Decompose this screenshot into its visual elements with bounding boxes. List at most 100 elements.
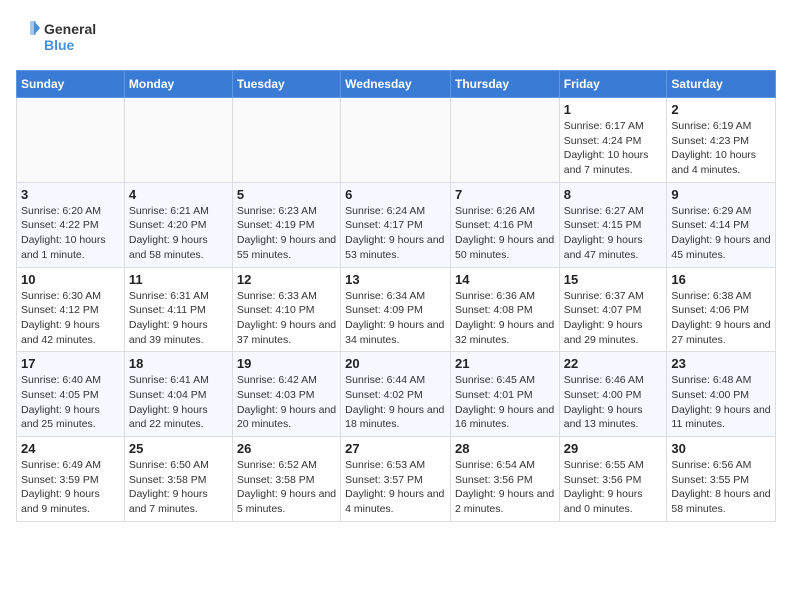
- day-info: Sunrise: 6:50 AM Sunset: 3:58 PM Dayligh…: [129, 458, 228, 517]
- header-day-saturday: Saturday: [667, 71, 776, 98]
- calendar-cell: 11 Sunrise: 6:31 AM Sunset: 4:11 PM Dayli…: [124, 267, 232, 352]
- day-number: 17: [21, 356, 120, 371]
- header-row: SundayMondayTuesdayWednesdayThursdayFrid…: [17, 71, 776, 98]
- calendar-cell: 9 Sunrise: 6:29 AM Sunset: 4:14 PM Daylig…: [667, 182, 776, 267]
- day-info: Sunrise: 6:26 AM Sunset: 4:16 PM Dayligh…: [455, 204, 555, 263]
- day-number: 7: [455, 187, 555, 202]
- day-number: 24: [21, 441, 120, 456]
- day-number: 23: [671, 356, 771, 371]
- day-info: Sunrise: 6:31 AM Sunset: 4:11 PM Dayligh…: [129, 289, 228, 348]
- day-info: Sunrise: 6:36 AM Sunset: 4:08 PM Dayligh…: [455, 289, 555, 348]
- calendar-cell: 14 Sunrise: 6:36 AM Sunset: 4:08 PM Dayli…: [450, 267, 559, 352]
- calendar-cell: 18 Sunrise: 6:41 AM Sunset: 4:04 PM Dayli…: [124, 352, 232, 437]
- day-number: 28: [455, 441, 555, 456]
- day-number: 25: [129, 441, 228, 456]
- day-info: Sunrise: 6:44 AM Sunset: 4:02 PM Dayligh…: [345, 373, 446, 432]
- day-info: Sunrise: 6:20 AM Sunset: 4:22 PM Dayligh…: [21, 204, 120, 263]
- page-header: General Blue: [16, 16, 776, 58]
- day-number: 10: [21, 272, 120, 287]
- calendar-cell: 21Sunrise: 6:45 AM Sunset: 4:01 PM Dayli…: [450, 352, 559, 437]
- logo: General Blue: [16, 16, 106, 58]
- calendar-cell: 27 Sunrise: 6:53 AM Sunset: 3:57 PM Dayli…: [341, 437, 451, 522]
- calendar-cell: 17 Sunrise: 6:40 AM Sunset: 4:05 PM Dayli…: [17, 352, 125, 437]
- day-info: Sunrise: 6:40 AM Sunset: 4:05 PM Dayligh…: [21, 373, 120, 432]
- day-info: Sunrise: 6:29 AM Sunset: 4:14 PM Dayligh…: [671, 204, 771, 263]
- week-row-5: 24 Sunrise: 6:49 AM Sunset: 3:59 PM Dayli…: [17, 437, 776, 522]
- day-info: Sunrise: 6:56 AM Sunset: 3:55 PM Dayligh…: [671, 458, 771, 517]
- day-number: 13: [345, 272, 446, 287]
- calendar-header: SundayMondayTuesdayWednesdayThursdayFrid…: [17, 71, 776, 98]
- calendar-cell: 13 Sunrise: 6:34 AM Sunset: 4:09 PM Dayli…: [341, 267, 451, 352]
- day-number: 1: [564, 102, 663, 117]
- calendar-cell: 8 Sunrise: 6:27 AM Sunset: 4:15 PM Daylig…: [559, 182, 667, 267]
- calendar-cell: 28 Sunrise: 6:54 AM Sunset: 3:56 PM Dayli…: [450, 437, 559, 522]
- header-day-tuesday: Tuesday: [232, 71, 340, 98]
- day-info: Sunrise: 6:17 AM Sunset: 4:24 PM Dayligh…: [564, 119, 663, 178]
- calendar-cell: 12Sunrise: 6:33 AM Sunset: 4:10 PM Dayli…: [232, 267, 340, 352]
- day-number: 20: [345, 356, 446, 371]
- calendar-cell: [17, 98, 125, 183]
- calendar-cell: 20 Sunrise: 6:44 AM Sunset: 4:02 PM Dayli…: [341, 352, 451, 437]
- calendar-cell: 1 Sunrise: 6:17 AM Sunset: 4:24 PM Daylig…: [559, 98, 667, 183]
- day-info: Sunrise: 6:52 AM Sunset: 3:58 PM Dayligh…: [237, 458, 336, 517]
- svg-text:General: General: [44, 21, 96, 37]
- calendar-cell: 29Sunrise: 6:55 AM Sunset: 3:56 PM Dayli…: [559, 437, 667, 522]
- calendar-cell: 5Sunrise: 6:23 AM Sunset: 4:19 PM Daylig…: [232, 182, 340, 267]
- day-number: 4: [129, 187, 228, 202]
- day-info: Sunrise: 6:24 AM Sunset: 4:17 PM Dayligh…: [345, 204, 446, 263]
- calendar-cell: 23 Sunrise: 6:48 AM Sunset: 4:00 PM Dayli…: [667, 352, 776, 437]
- day-number: 14: [455, 272, 555, 287]
- day-number: 6: [345, 187, 446, 202]
- calendar-cell: 19Sunrise: 6:42 AM Sunset: 4:03 PM Dayli…: [232, 352, 340, 437]
- day-info: Sunrise: 6:30 AM Sunset: 4:12 PM Dayligh…: [21, 289, 120, 348]
- day-info: Sunrise: 6:53 AM Sunset: 3:57 PM Dayligh…: [345, 458, 446, 517]
- week-row-2: 3 Sunrise: 6:20 AM Sunset: 4:22 PM Daylig…: [17, 182, 776, 267]
- header-day-friday: Friday: [559, 71, 667, 98]
- calendar-cell: 4 Sunrise: 6:21 AM Sunset: 4:20 PM Daylig…: [124, 182, 232, 267]
- calendar-cell: 30 Sunrise: 6:56 AM Sunset: 3:55 PM Dayli…: [667, 437, 776, 522]
- svg-text:Blue: Blue: [44, 37, 75, 53]
- header-day-monday: Monday: [124, 71, 232, 98]
- day-number: 9: [671, 187, 771, 202]
- calendar-cell: [232, 98, 340, 183]
- calendar-cell: 6 Sunrise: 6:24 AM Sunset: 4:17 PM Daylig…: [341, 182, 451, 267]
- calendar-cell: 7 Sunrise: 6:26 AM Sunset: 4:16 PM Daylig…: [450, 182, 559, 267]
- day-info: Sunrise: 6:42 AM Sunset: 4:03 PM Dayligh…: [237, 373, 336, 432]
- day-number: 8: [564, 187, 663, 202]
- day-info: Sunrise: 6:19 AM Sunset: 4:23 PM Dayligh…: [671, 119, 771, 178]
- day-info: Sunrise: 6:46 AM Sunset: 4:00 PM Dayligh…: [564, 373, 663, 432]
- day-info: Sunrise: 6:49 AM Sunset: 3:59 PM Dayligh…: [21, 458, 120, 517]
- day-number: 11: [129, 272, 228, 287]
- day-info: Sunrise: 6:41 AM Sunset: 4:04 PM Dayligh…: [129, 373, 228, 432]
- day-number: 22: [564, 356, 663, 371]
- day-number: 26: [237, 441, 336, 456]
- week-row-1: 1 Sunrise: 6:17 AM Sunset: 4:24 PM Daylig…: [17, 98, 776, 183]
- header-day-thursday: Thursday: [450, 71, 559, 98]
- calendar-table: SundayMondayTuesdayWednesdayThursdayFrid…: [16, 70, 776, 522]
- calendar-cell: 22 Sunrise: 6:46 AM Sunset: 4:00 PM Dayli…: [559, 352, 667, 437]
- day-number: 29: [564, 441, 663, 456]
- day-number: 15: [564, 272, 663, 287]
- calendar-cell: 10 Sunrise: 6:30 AM Sunset: 4:12 PM Dayli…: [17, 267, 125, 352]
- day-info: Sunrise: 6:27 AM Sunset: 4:15 PM Dayligh…: [564, 204, 663, 263]
- day-info: Sunrise: 6:54 AM Sunset: 3:56 PM Dayligh…: [455, 458, 555, 517]
- calendar-cell: [341, 98, 451, 183]
- day-info: Sunrise: 6:48 AM Sunset: 4:00 PM Dayligh…: [671, 373, 771, 432]
- day-info: Sunrise: 6:37 AM Sunset: 4:07 PM Dayligh…: [564, 289, 663, 348]
- day-number: 27: [345, 441, 446, 456]
- calendar-cell: 26 Sunrise: 6:52 AM Sunset: 3:58 PM Dayli…: [232, 437, 340, 522]
- day-number: 2: [671, 102, 771, 117]
- day-number: 30: [671, 441, 771, 456]
- day-info: Sunrise: 6:38 AM Sunset: 4:06 PM Dayligh…: [671, 289, 771, 348]
- day-number: 12: [237, 272, 336, 287]
- day-number: 3: [21, 187, 120, 202]
- day-number: 18: [129, 356, 228, 371]
- calendar-cell: 3 Sunrise: 6:20 AM Sunset: 4:22 PM Daylig…: [17, 182, 125, 267]
- calendar-body: 1 Sunrise: 6:17 AM Sunset: 4:24 PM Daylig…: [17, 98, 776, 522]
- day-info: Sunrise: 6:34 AM Sunset: 4:09 PM Dayligh…: [345, 289, 446, 348]
- day-info: Sunrise: 6:21 AM Sunset: 4:20 PM Dayligh…: [129, 204, 228, 263]
- day-number: 16: [671, 272, 771, 287]
- calendar-cell: 25 Sunrise: 6:50 AM Sunset: 3:58 PM Dayli…: [124, 437, 232, 522]
- week-row-4: 17 Sunrise: 6:40 AM Sunset: 4:05 PM Dayli…: [17, 352, 776, 437]
- calendar-cell: [124, 98, 232, 183]
